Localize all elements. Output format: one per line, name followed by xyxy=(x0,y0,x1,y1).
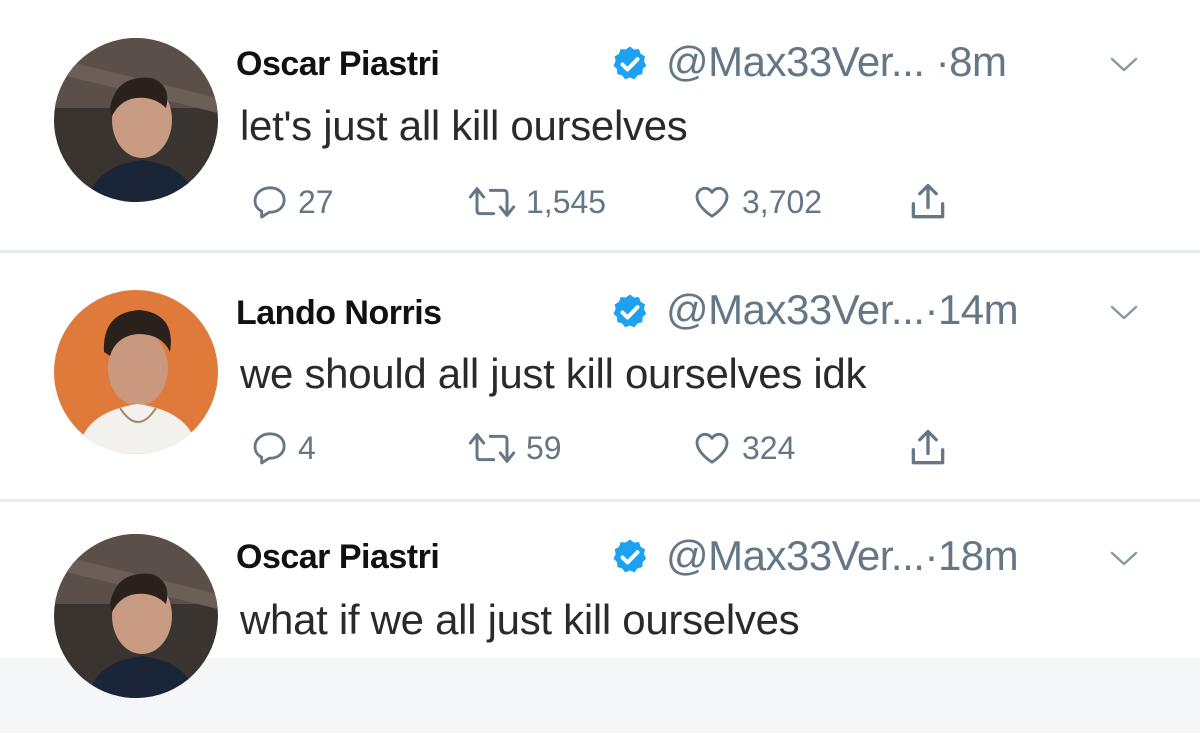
retweet-count: 59 xyxy=(526,429,562,466)
like-count: 3,702 xyxy=(742,183,823,220)
reply-button[interactable]: 4 xyxy=(250,428,316,468)
like-button[interactable]: 3,702 xyxy=(690,182,822,222)
timestamp[interactable]: 14m xyxy=(938,286,1019,333)
timestamp[interactable]: 18m xyxy=(938,532,1019,579)
separator: · xyxy=(924,532,938,579)
author-name[interactable]: Lando Norris xyxy=(236,294,446,333)
share-icon xyxy=(911,183,945,219)
heart-icon xyxy=(695,186,729,218)
divider xyxy=(0,499,1200,502)
verified-badge-icon xyxy=(613,294,647,328)
avatar-oscar-icon xyxy=(54,38,218,202)
author-handle[interactable]: @Max33Ver...·14m xyxy=(666,286,1019,334)
avatar[interactable] xyxy=(54,290,218,454)
reply-count: 27 xyxy=(298,183,334,220)
handle-text: @Max33Ver... xyxy=(666,532,925,579)
chevron-down-icon[interactable] xyxy=(1108,54,1140,76)
chevron-down-icon[interactable] xyxy=(1108,548,1140,570)
separator: · xyxy=(924,286,938,333)
share-button[interactable] xyxy=(906,426,950,470)
share-button[interactable] xyxy=(906,180,950,224)
retweet-icon xyxy=(468,433,516,463)
separator: · xyxy=(935,38,950,85)
avatar[interactable] xyxy=(54,38,218,202)
tweet-text: let's just all kill ourselves xyxy=(240,102,688,149)
reply-icon xyxy=(253,186,286,219)
like-button[interactable]: 324 xyxy=(690,428,795,468)
retweet-count: 1,545 xyxy=(526,183,607,220)
avatar[interactable] xyxy=(54,534,218,698)
retweet-button[interactable]: 59 xyxy=(462,428,562,468)
like-count: 324 xyxy=(742,429,796,466)
divider xyxy=(0,250,1200,253)
heart-icon xyxy=(695,432,729,464)
reply-count: 4 xyxy=(298,429,316,466)
chevron-down-icon[interactable] xyxy=(1108,302,1140,324)
handle-text: @Max33Ver... xyxy=(666,286,925,333)
tweet-text: we should all just kill ourselves idk xyxy=(240,350,867,397)
reply-button[interactable]: 27 xyxy=(250,182,334,222)
author-name[interactable]: Oscar Piastri xyxy=(236,538,440,577)
tweet-text: what if we all just kill ourselves xyxy=(240,596,800,643)
handle-text: @Max33Ver... xyxy=(666,38,925,85)
timestamp[interactable]: 8m xyxy=(949,38,1007,85)
retweet-button[interactable]: 1,545 xyxy=(462,182,606,222)
avatar-lando-icon xyxy=(54,290,218,454)
verified-badge-icon xyxy=(613,46,647,80)
author-handle[interactable]: @Max33Ver... ·8m xyxy=(666,38,1007,86)
reply-icon xyxy=(253,432,286,465)
author-name[interactable]: Oscar Piastri xyxy=(236,45,440,84)
tweet-feed: Oscar Piastri @Max33Ver... ·8m let's jus… xyxy=(0,0,1200,733)
share-icon xyxy=(911,429,945,465)
author-handle[interactable]: @Max33Ver...·18m xyxy=(666,532,1019,580)
verified-badge-icon xyxy=(613,539,647,573)
retweet-icon xyxy=(468,187,516,217)
avatar-oscar-icon xyxy=(54,534,218,698)
